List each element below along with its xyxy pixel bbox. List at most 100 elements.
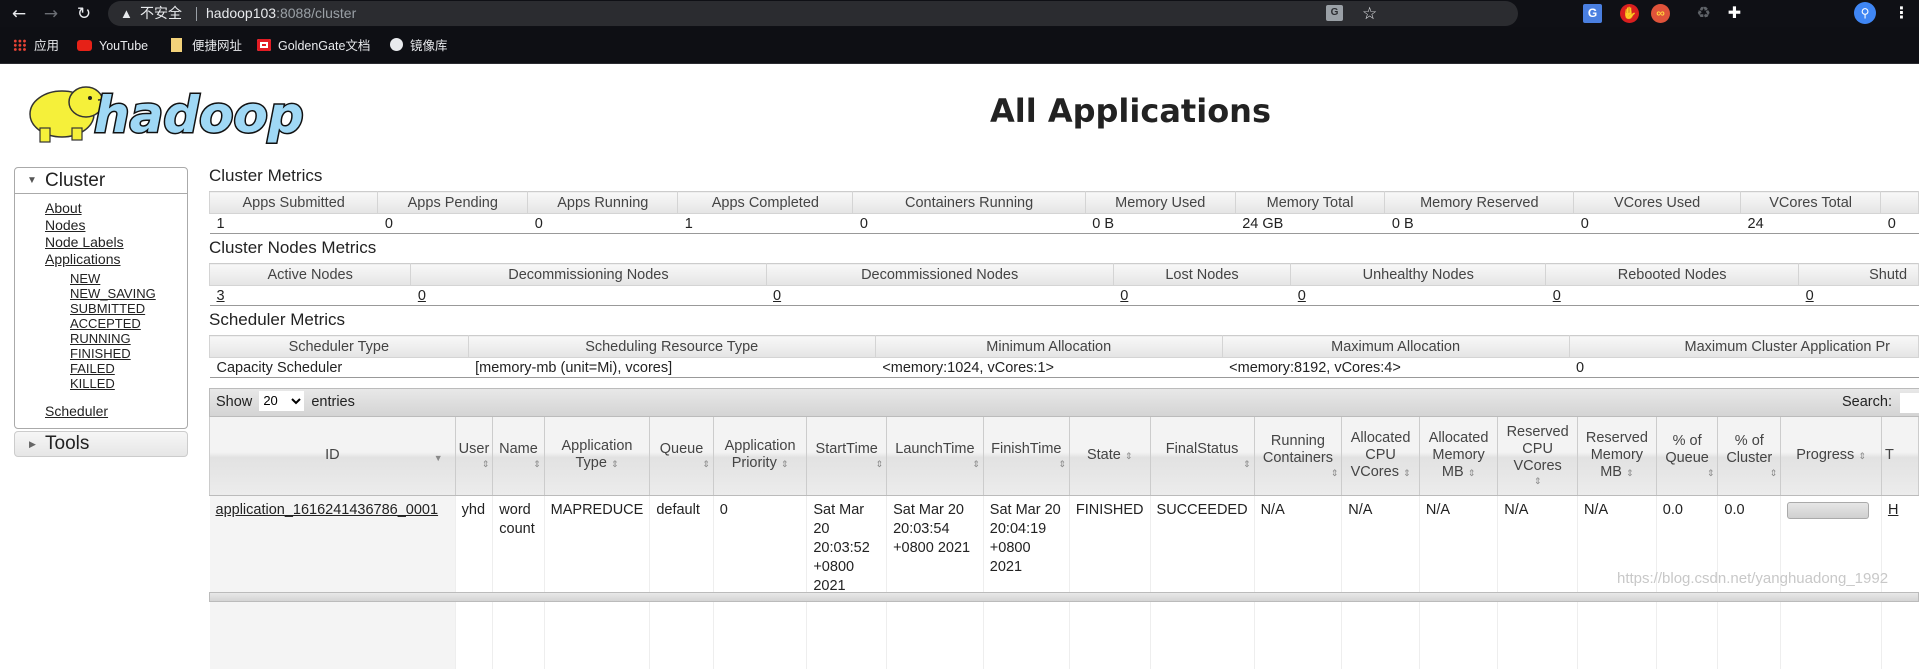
applications-table: ID ▼ User ⇕ Name ⇕ Application Type ⇕ Queue…	[209, 417, 1919, 669]
col-header-reserved-cpu-vcores[interactable]: Reserved CPU VCores ⇕	[1497, 417, 1578, 496]
metric-vcores-used: 0	[1573, 213, 1741, 234]
col-header-application-priority[interactable]: Application Priority ⇕	[712, 417, 808, 496]
bookmark-label: 应用	[34, 39, 60, 53]
sidebar-link-state-accepted[interactable]: ACCEPTED	[45, 316, 187, 331]
col-header-user[interactable]: User ⇕	[454, 417, 494, 496]
sidebar-link-state-submitted[interactable]: SUBMITTED	[45, 301, 187, 316]
reload-button[interactable]: ↻	[73, 3, 95, 25]
url-host: hadoop103	[206, 5, 277, 21]
sidebar-tools-section[interactable]: ▶ Tools	[14, 431, 188, 457]
google-translate-icon[interactable]: G	[1583, 4, 1602, 23]
col-header-application-type[interactable]: Application Type ⇕	[543, 417, 651, 496]
unhealthy-nodes-link[interactable]: 0	[1298, 288, 1306, 304]
browser-toolbar: ← → ↻ ▲ 不安全 hadoop103:8088/cluster G ☆ G…	[0, 0, 1919, 27]
entries-label: entries	[311, 394, 355, 410]
col-header-reserved-memory-mb[interactable]: Reserved Memory MB ⇕	[1576, 417, 1657, 496]
metric-memory-used: 0 B	[1085, 213, 1236, 234]
col-header-tracking-ui[interactable]: T	[1880, 417, 1919, 496]
col-header-finish-time[interactable]: FinishTime ⇕	[982, 417, 1070, 496]
adblock-icon[interactable]: ✋	[1620, 4, 1639, 23]
sidebar-link-scheduler[interactable]: Scheduler	[45, 403, 187, 420]
metric-apps-running: 0	[527, 213, 678, 234]
bookmark-goldengate[interactable]: GoldenGate文档	[257, 37, 370, 55]
cluster-metrics-value-row: 1 0 0 1 0 0 B 24 GB 0 B 0 24 0	[209, 213, 1919, 234]
caret-right-icon: ▶	[29, 439, 36, 449]
bookmark-youtube[interactable]: YouTube	[77, 37, 148, 55]
sidebar-cluster-section: ▼ Cluster About Nodes Node Labels Applic…	[14, 167, 188, 429]
col-header-start-time[interactable]: StartTime ⇕	[806, 417, 888, 496]
sidebar-link-state-running[interactable]: RUNNING	[45, 331, 187, 346]
bookmark-star-icon[interactable]: ☆	[1362, 1, 1377, 26]
col-header: Decommissioned Nodes	[765, 263, 1114, 286]
col-header-state[interactable]: State ⇕	[1068, 417, 1151, 496]
lost-nodes-link[interactable]: 0	[1120, 288, 1128, 304]
sidebar-link-state-killed[interactable]: KILLED	[45, 376, 187, 391]
sort-icon: ⇕	[1402, 467, 1411, 478]
sidebar-link-applications[interactable]: Applications	[45, 251, 187, 268]
col-header-launch-time[interactable]: LaunchTime ⇕	[886, 417, 984, 496]
cell-allocated-vcores: N/A	[1341, 495, 1420, 669]
forward-button[interactable]: →	[40, 3, 62, 25]
search-input[interactable]	[1900, 393, 1919, 413]
sort-icon: ⇕	[1467, 467, 1476, 478]
scheduler-value-row: Capacity Scheduler [memory-mb (unit=Mi),…	[209, 357, 1919, 378]
cluster-section-header[interactable]: ▼ Cluster	[15, 168, 187, 194]
metric-apps-pending: 0	[377, 213, 528, 234]
puzzle-icon[interactable]: ✚	[1725, 4, 1744, 23]
col-header-queue[interactable]: Queue ⇕	[649, 417, 714, 496]
address-bar[interactable]: ▲ 不安全 hadoop103:8088/cluster G ☆	[108, 1, 1518, 26]
decommissioning-nodes-link[interactable]: 0	[418, 288, 426, 304]
bookmark-label: YouTube	[99, 39, 149, 53]
sidebar-link-state-new[interactable]: NEW	[45, 271, 187, 286]
col-header: VCores Total	[1740, 191, 1882, 214]
scheduler-metrics-table: Scheduler Type Scheduling Resource Type …	[209, 335, 1919, 378]
globe-icon	[390, 38, 403, 51]
col-header-name[interactable]: Name ⇕	[492, 417, 545, 496]
shutdown-nodes-link[interactable]: 0	[1806, 288, 1814, 304]
sidebar-link-nodes[interactable]: Nodes	[45, 217, 187, 234]
col-header-allocated-memory-mb[interactable]: Allocated Memory MB ⇕	[1418, 417, 1499, 496]
tracking-ui-link[interactable]: H	[1888, 502, 1898, 518]
sidebar-link-about[interactable]: About	[45, 200, 187, 217]
sort-icon: ⇕	[1625, 467, 1634, 478]
col-header-pct-queue[interactable]: % of Queue ⇕	[1655, 417, 1719, 496]
url-text[interactable]: hadoop103:8088/cluster	[206, 1, 356, 26]
url-path: :8088/cluster	[276, 5, 357, 21]
sidebar-link-node-labels[interactable]: Node Labels	[45, 234, 187, 251]
cell-launch-time: Sat Mar 20 20:03:54 +0800 2021	[886, 495, 984, 669]
sidebar-link-state-failed[interactable]: FAILED	[45, 361, 187, 376]
warning-icon[interactable]: ▲	[120, 1, 133, 26]
cluster-metrics-title: Cluster Metrics	[209, 166, 323, 185]
page-size-select[interactable]: 20	[259, 390, 305, 411]
bookmark-mirror[interactable]: 镜像库	[390, 37, 448, 55]
cell-allocated-memory: N/A	[1418, 495, 1498, 669]
active-nodes-link[interactable]: 3	[217, 288, 225, 304]
col-header-pct-cluster[interactable]: % of Cluster ⇕	[1717, 417, 1782, 496]
cluster-section-label: Cluster	[45, 170, 106, 191]
col-header-final-status[interactable]: FinalStatus ⇕	[1149, 417, 1255, 496]
application-id-link[interactable]: application_1616241436786_0001	[216, 502, 439, 518]
col-header-running-containers[interactable]: Running Containers ⇕	[1253, 417, 1343, 496]
col-header: Active Nodes	[208, 263, 412, 286]
col-header-allocated-cpu-vcores[interactable]: Allocated CPU VCores ⇕	[1341, 417, 1420, 496]
sidebar-link-state-finished[interactable]: FINISHED	[45, 346, 187, 361]
security-label[interactable]: 不安全	[140, 1, 182, 26]
col-header-id[interactable]: ID ▼	[209, 417, 456, 496]
col-header	[1880, 191, 1919, 214]
cell-name: word count	[492, 495, 545, 669]
hadoop-logo[interactable]: hadoop	[14, 70, 314, 150]
bookmark-folder[interactable]: 便捷网址	[171, 37, 242, 55]
col-header-progress[interactable]: Progress ⇕	[1780, 417, 1882, 496]
rebooted-nodes-link[interactable]: 0	[1553, 288, 1561, 304]
back-button[interactable]: ←	[8, 3, 30, 25]
menu-icon[interactable]: ⋮	[1892, 4, 1911, 23]
translate-icon[interactable]: G	[1326, 5, 1343, 21]
profile-avatar-icon[interactable]: ⚲	[1854, 2, 1876, 24]
col-header: Decommissioning Nodes	[410, 263, 767, 286]
sort-icon: ⇕	[780, 459, 789, 470]
recycle-icon[interactable]: ♻	[1694, 4, 1713, 23]
sidebar-link-state-new-saving[interactable]: NEW_SAVING	[45, 286, 187, 301]
decommissioned-nodes-link[interactable]: 0	[773, 288, 781, 304]
bookmark-apps[interactable]: 应用	[13, 37, 59, 55]
infinity-icon[interactable]: ∞	[1651, 4, 1670, 23]
